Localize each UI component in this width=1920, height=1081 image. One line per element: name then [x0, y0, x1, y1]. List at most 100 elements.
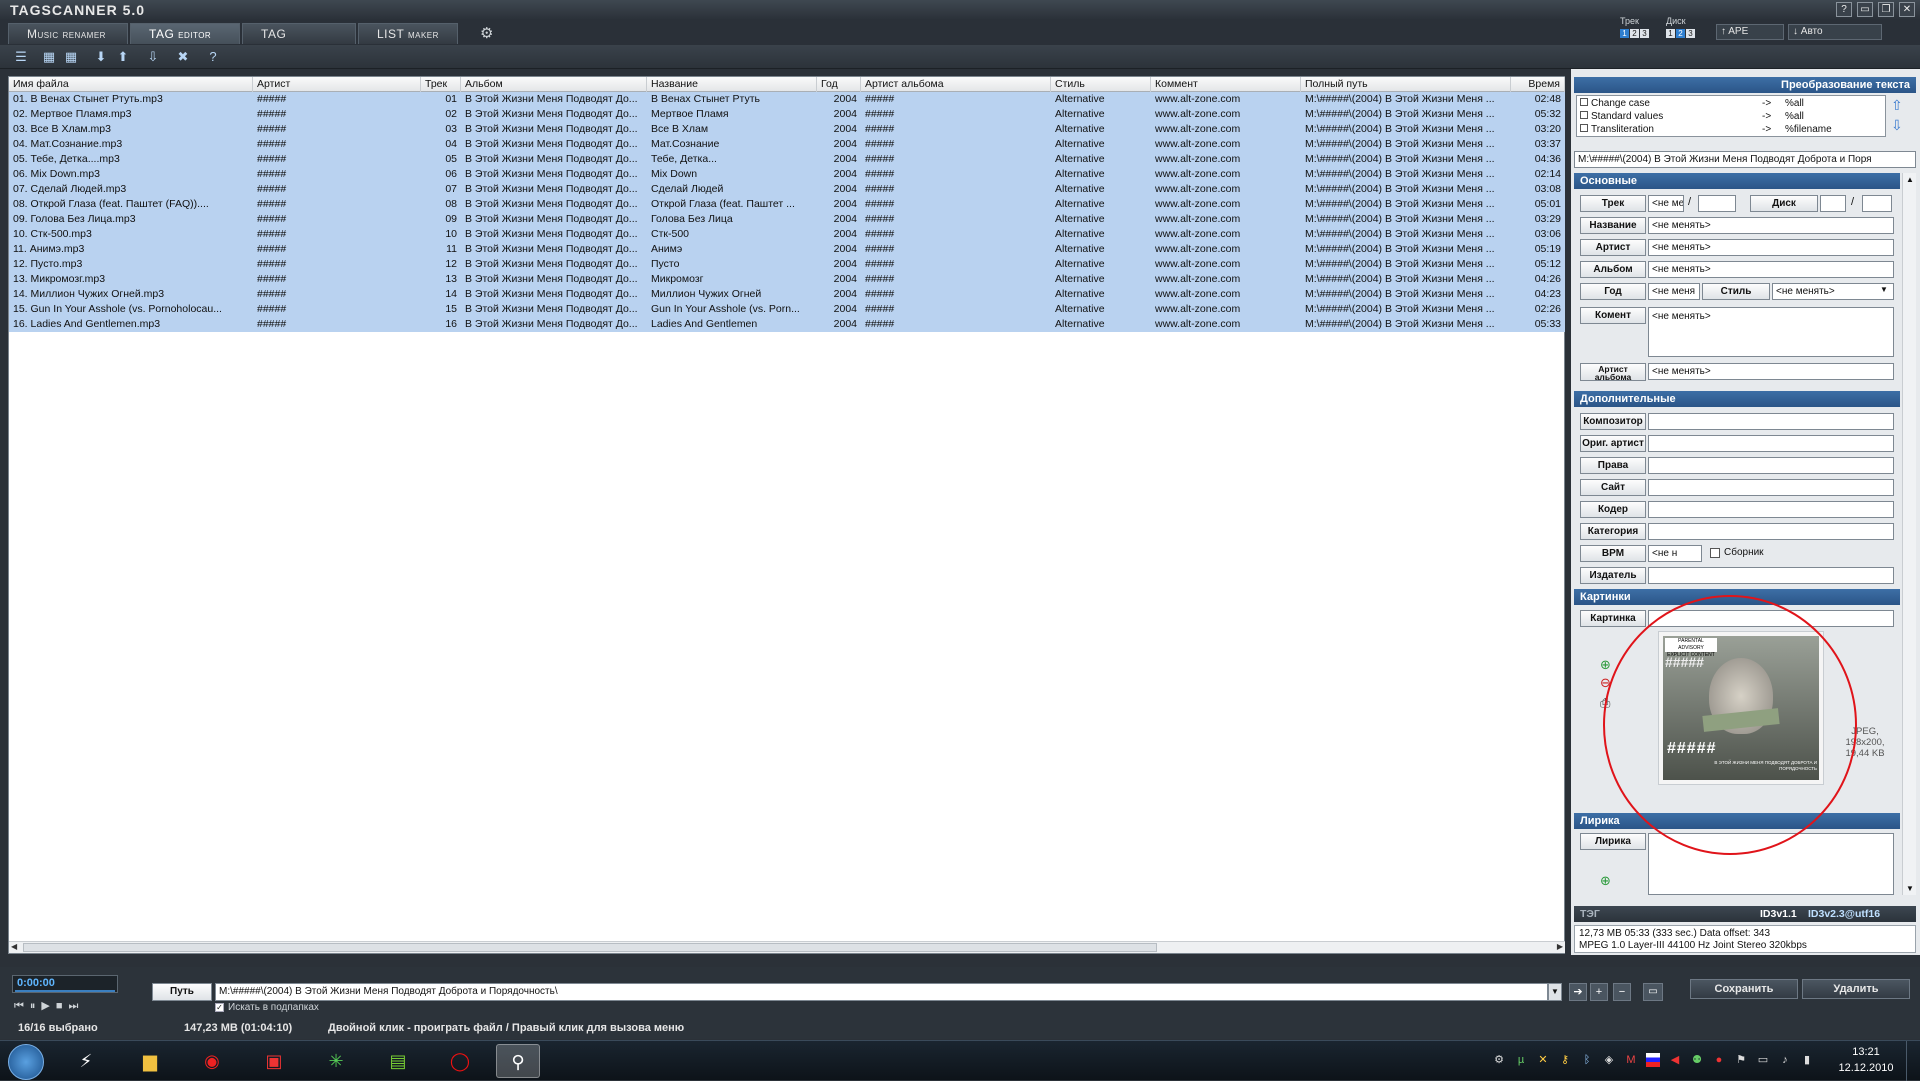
remove-picture-icon[interactable]: ⊖ [1600, 675, 1611, 691]
bpm-label-button[interactable]: BPM [1580, 545, 1646, 562]
table-row[interactable]: 13. Микромозг.mp3 ##### 13 В Этой Жизни Мен… [9, 272, 1565, 287]
disc-field[interactable] [1820, 195, 1846, 212]
tag-mode-select[interactable]: ↓ Авто [1788, 24, 1882, 40]
scroll-left-icon[interactable]: ◀ [11, 942, 17, 951]
picture-label-button[interactable]: Картинка [1580, 610, 1646, 627]
transform-checkbox[interactable] [1580, 98, 1588, 106]
scroll-up-icon[interactable]: ▲ [1906, 175, 1914, 184]
pause-icon[interactable]: ⏸ [30, 1000, 42, 1012]
album-artist-field[interactable]: <не менять> [1648, 363, 1894, 380]
col-header-path[interactable]: Полный путь [1301, 77, 1511, 92]
tray-opera-icon[interactable]: ● [1712, 1053, 1726, 1067]
table-row[interactable]: 05. Тебе, Детка....mp3 ##### 05 В Этой Жизн… [9, 152, 1565, 167]
move-up-icon[interactable]: ⇧ [1891, 97, 1903, 114]
site-field[interactable] [1648, 479, 1894, 496]
transform-list[interactable]: Change case -> %all Standard values -> %al… [1576, 95, 1886, 137]
show-desktop-button[interactable] [1906, 1041, 1920, 1081]
col-header-time[interactable]: Время [1511, 77, 1565, 92]
tag-v2-badge[interactable]: ID3v2.3@utf16 [1808, 906, 1880, 922]
album-label-button[interactable]: Альбом [1580, 261, 1646, 278]
comment-label-button[interactable]: Комент [1580, 307, 1646, 324]
title-label-button[interactable]: Название [1580, 217, 1646, 234]
transform-checkbox[interactable] [1580, 111, 1588, 119]
tag-v1-badge[interactable]: ID3v1.1 [1760, 906, 1797, 922]
table-row[interactable]: 01. В Венах Стынет Ртуть.mp3 ##### 01 В Это… [9, 92, 1565, 107]
tray-volume-icon[interactable]: ◀ [1668, 1053, 1682, 1067]
tray-speaker-icon[interactable]: ♪ [1778, 1053, 1792, 1067]
col-header-comment[interactable]: Коммент [1151, 77, 1301, 92]
close-button[interactable]: ✕ [1899, 2, 1915, 17]
player-progress[interactable] [15, 990, 115, 992]
table-row[interactable]: 02. Мертвое Пламя.mp3 ##### 02 В Этой Жизни… [9, 107, 1565, 122]
taskbar-floppy-icon[interactable]: ▣ [252, 1044, 296, 1078]
chevron-down-icon[interactable]: ▼ [1880, 285, 1888, 294]
add-lyrics-icon[interactable]: ⊕ [1600, 873, 1611, 889]
taskbar-spider-icon[interactable]: ✳ [314, 1044, 358, 1078]
title-field[interactable]: <не менять> [1648, 217, 1894, 234]
transform-checkbox[interactable] [1580, 124, 1588, 132]
table-row[interactable]: 03. Все В Хлам.mp3 ##### 03 В Этой Жизни Ме… [9, 122, 1565, 137]
col-header-title[interactable]: Название [647, 77, 817, 92]
panel-scrollbar[interactable]: ▲ ▼ [1902, 173, 1916, 895]
genre-select[interactable]: <не менять> [1772, 283, 1894, 300]
artist-field[interactable]: <не менять> [1648, 239, 1894, 256]
go-arrow-icon[interactable]: ➔ [1569, 983, 1587, 1001]
tray-utorrent-icon[interactable]: µ [1514, 1053, 1528, 1067]
encoder-label-button[interactable]: Кодер [1580, 501, 1646, 518]
lyrics-field[interactable] [1648, 833, 1894, 895]
picture-type-field[interactable] [1648, 610, 1894, 627]
tray-flag-icon[interactable]: ⚑ [1734, 1053, 1748, 1067]
table-row[interactable]: 14. Миллион Чужих Огней.mp3 ##### 14 В Этой… [9, 287, 1565, 302]
year-label-button[interactable]: Год [1580, 283, 1646, 300]
table-row[interactable]: 04. Мат.Сознание.mp3 ##### 04 В Этой Жизни … [9, 137, 1565, 152]
file-grid[interactable]: Имя файла Артист Трек Альбом Название Го… [8, 76, 1565, 954]
orig-artist-label-button[interactable]: Ориг. артист [1580, 435, 1646, 452]
tab-tag-editor[interactable]: TAG editor [130, 23, 240, 44]
orig-artist-field[interactable] [1648, 435, 1894, 452]
encoder-field[interactable] [1648, 501, 1894, 518]
subfolders-checkbox[interactable]: ✓ [215, 1003, 224, 1012]
year-field[interactable]: <не меня [1648, 283, 1700, 300]
taskbar-headphones-icon[interactable]: ◉ [190, 1044, 234, 1078]
transform-rule[interactable]: Transliteration -> %filename [1580, 124, 1880, 137]
move-down-icon[interactable]: ⬇ [92, 48, 110, 66]
tray-language-icon[interactable] [1646, 1053, 1660, 1067]
genre-label-button[interactable]: Стиль [1702, 283, 1770, 300]
remove-files-icon[interactable]: ✖ [174, 48, 192, 66]
copyright-label-button[interactable]: Права [1580, 457, 1646, 474]
save-button[interactable]: Сохранить [1690, 979, 1798, 999]
comment-field[interactable]: <не менять> [1648, 307, 1894, 357]
table-row[interactable]: 09. Голова Без Лица.mp3 ##### 09 В Этой Жиз… [9, 212, 1565, 227]
save-picture-icon[interactable]: ⎙ [1600, 695, 1610, 711]
add-folder-icon[interactable]: + [1590, 983, 1608, 1001]
play-icon[interactable]: ▶ [41, 1000, 55, 1012]
tray-android-icon[interactable]: ⚉ [1690, 1053, 1704, 1067]
path-label-button[interactable]: Путь [152, 983, 212, 1001]
folder-open-icon[interactable]: ▭ [1643, 983, 1663, 1001]
tag-read-select[interactable]: ↑ APE [1716, 24, 1784, 40]
track-num-1[interactable]: 1 [1620, 29, 1629, 38]
track-num-2[interactable]: 2 [1630, 29, 1639, 38]
move-down-icon[interactable]: ⇩ [1891, 117, 1903, 134]
delete-button[interactable]: Удалить [1802, 979, 1910, 999]
col-header-track[interactable]: Трек [421, 77, 461, 92]
transform-rule[interactable]: Change case -> %all [1580, 98, 1880, 111]
disc-num-3[interactable]: 3 [1686, 29, 1695, 38]
compilation-checkbox[interactable] [1710, 548, 1720, 558]
track-numbering[interactable]: 123 [1620, 27, 1650, 39]
tray-monitor-icon[interactable]: ▭ [1756, 1053, 1770, 1067]
minimize-button[interactable]: ▭ [1857, 2, 1873, 17]
tray-network-icon[interactable]: ⚙ [1492, 1053, 1506, 1067]
taskbar-app-winamp-icon[interactable]: ⚡ [64, 1044, 108, 1078]
table-row[interactable]: 11. Анимэ.mp3 ##### 11 В Этой Жизни Меня По… [9, 242, 1565, 257]
tray-power-icon[interactable]: ▮ [1800, 1053, 1814, 1067]
taskbar-opera-icon[interactable]: ◯ [438, 1044, 482, 1078]
help-window-button[interactable]: ? [1836, 2, 1852, 17]
disc-label-button[interactable]: Диск [1750, 195, 1818, 212]
disc-total-field[interactable] [1862, 195, 1892, 212]
gear-icon[interactable]: ⚙ [480, 24, 493, 42]
chevron-down-icon[interactable]: ▼ [1548, 983, 1562, 1001]
path-input[interactable]: M:\#####\(2004) В Этой Жизни Меня Подвод… [215, 983, 1548, 1001]
disc-numbering[interactable]: 123 [1666, 27, 1696, 39]
table-row[interactable]: 08. Открой Глаза (feat. Паштет (FAQ))...… [9, 197, 1565, 212]
